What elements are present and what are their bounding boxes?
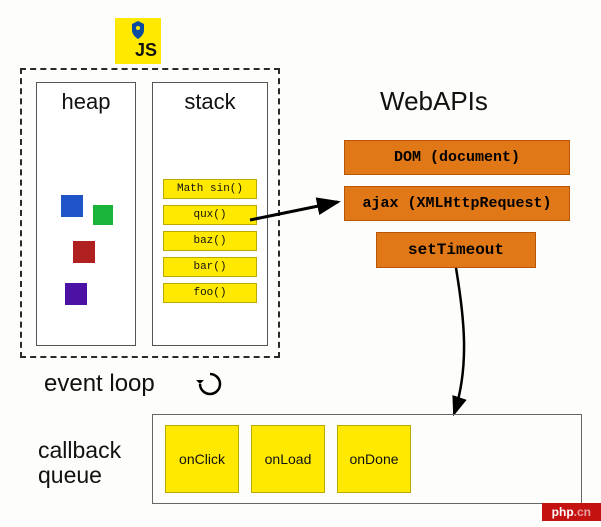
stack-frame: bar() [163,257,257,277]
callback-item: onClick [165,425,239,493]
stack-frame: foo() [163,283,257,303]
stack-column: stack Math sin() qux() baz() bar() foo() [152,82,268,346]
heap-column: heap [36,82,136,346]
heap-object [73,241,95,263]
runtime-container: heap stack Math sin() qux() baz() bar() … [20,68,280,358]
webapi-dom: DOM (document) [344,140,570,175]
webapis-title: WebAPIs [380,86,488,117]
heap-object [61,195,83,217]
stack-title: stack [153,89,267,115]
stack-frame: Math sin() [163,179,257,199]
shield-icon [129,20,147,40]
arrow-webapis-to-queue [420,266,500,426]
webapi-settimeout: setTimeout [376,232,536,268]
event-loop-label: event loop [44,370,155,398]
watermark: php.cn [542,503,601,521]
callback-queue: onClick onLoad onDone [152,414,582,504]
loop-icon [196,370,224,398]
webapi-ajax: ajax (XMLHttpRequest) [344,186,570,221]
callback-item: onDone [337,425,411,493]
heap-object [93,205,113,225]
stack-frame: baz() [163,231,257,251]
callback-item: onLoad [251,425,325,493]
watermark-right: .cn [574,505,591,519]
js-logo-text: JS [135,40,157,61]
heap-title: heap [37,89,135,115]
js-logo: JS [115,18,161,64]
watermark-left: php [552,505,574,519]
stack-frame: qux() [163,205,257,225]
heap-object [65,283,87,305]
callback-queue-label: callback queue [38,438,148,489]
